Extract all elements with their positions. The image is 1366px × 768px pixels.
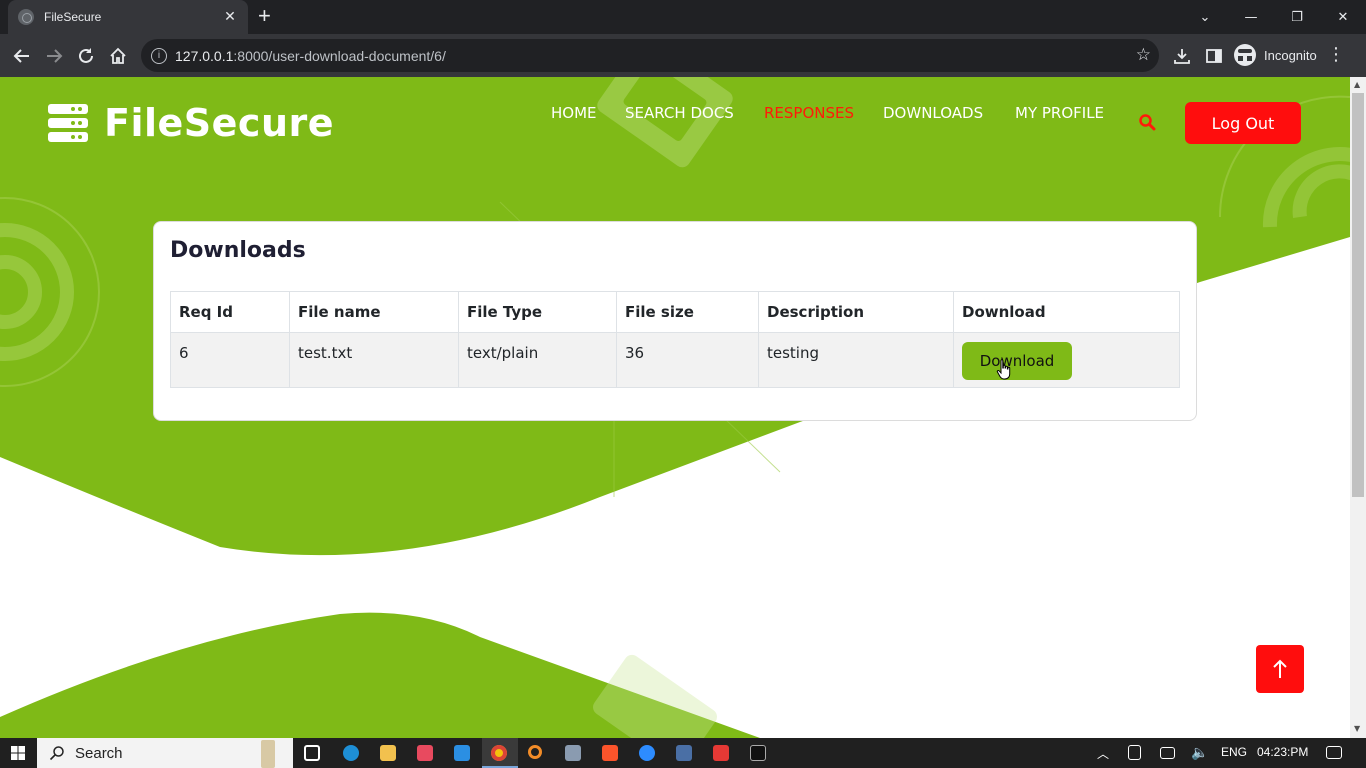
search-icon[interactable] bbox=[1138, 113, 1156, 131]
task-view-icon[interactable] bbox=[304, 745, 320, 761]
column-header-req-id: Req Id bbox=[170, 291, 290, 333]
show-hidden-icons-icon[interactable]: ︿ bbox=[1097, 745, 1109, 762]
bookmark-star-icon[interactable]: ☆ bbox=[1136, 45, 1151, 65]
meet-now-icon[interactable] bbox=[1128, 745, 1141, 760]
scroll-up-arrow-icon[interactable]: ▲ bbox=[1354, 80, 1360, 89]
tab-title: FileSecure bbox=[44, 10, 102, 24]
search-app-icon[interactable] bbox=[528, 745, 542, 759]
site-logo[interactable]: FileSecure bbox=[48, 101, 334, 145]
column-header-file-type: File Type bbox=[458, 291, 617, 333]
home-button[interactable] bbox=[104, 42, 132, 70]
tab-close-icon[interactable]: ✕ bbox=[222, 9, 238, 25]
remote-desktop-icon[interactable] bbox=[676, 745, 692, 761]
server-icon bbox=[48, 104, 88, 142]
incognito-label: Incognito bbox=[1264, 47, 1317, 63]
brave-icon[interactable] bbox=[602, 745, 618, 761]
arrow-up-icon bbox=[1273, 659, 1287, 678]
restore-button[interactable]: ❐ bbox=[1274, 0, 1320, 34]
edge-icon[interactable] bbox=[343, 745, 359, 761]
zoom-icon[interactable] bbox=[639, 745, 655, 761]
download-icon bbox=[1174, 49, 1190, 64]
taskbar-search-label: Search bbox=[75, 744, 123, 762]
cell-file-size: 36 bbox=[616, 332, 759, 388]
logout-button[interactable]: Log Out bbox=[1185, 102, 1301, 144]
forward-button[interactable] bbox=[40, 42, 68, 70]
close-window-button[interactable]: ✕ bbox=[1320, 0, 1366, 34]
back-button[interactable] bbox=[8, 42, 36, 70]
page-title: Downloads bbox=[170, 238, 306, 263]
reload-icon bbox=[79, 48, 93, 63]
downloads-table: Req Id File name File Type File size Des… bbox=[170, 291, 1180, 388]
taskbar-search-icon bbox=[49, 746, 64, 761]
globe-icon bbox=[18, 9, 34, 25]
downloads-button[interactable] bbox=[1168, 42, 1196, 70]
anydesk-icon[interactable] bbox=[713, 745, 729, 761]
new-tab-button[interactable]: + bbox=[258, 5, 271, 27]
system-clock[interactable]: 04:23:PM bbox=[1257, 745, 1308, 759]
table-header-row: Req Id File name File Type File size Des… bbox=[170, 291, 1180, 333]
side-panel-icon bbox=[1206, 49, 1222, 63]
browser-tab[interactable]: FileSecure ✕ bbox=[8, 0, 248, 34]
scrollbar-thumb[interactable] bbox=[1352, 93, 1364, 497]
back-arrow-icon bbox=[13, 49, 29, 63]
column-header-download: Download bbox=[953, 291, 1180, 333]
minimize-button[interactable]: — bbox=[1228, 0, 1274, 34]
cell-description: testing bbox=[758, 332, 954, 388]
nav-search-docs[interactable]: SEARCH DOCS bbox=[625, 104, 734, 122]
hand-cursor-icon bbox=[996, 359, 1011, 380]
column-header-file-size: File size bbox=[616, 291, 759, 333]
page-scrollbar[interactable]: ▲ ▼ bbox=[1350, 77, 1366, 738]
column-header-description: Description bbox=[758, 291, 954, 333]
taskbar-search-box[interactable]: Search bbox=[37, 738, 293, 768]
cell-req-id: 6 bbox=[170, 332, 290, 388]
cell-file-type: text/plain bbox=[458, 332, 617, 388]
vscode-icon[interactable] bbox=[454, 745, 470, 761]
cell-download: Download bbox=[953, 332, 1180, 388]
browser-tab-strip: FileSecure ✕ + ⌄ — ❐ ✕ bbox=[0, 0, 1366, 34]
language-indicator[interactable]: ENG bbox=[1221, 745, 1247, 759]
incognito-icon bbox=[1234, 44, 1256, 66]
url-host: 127.0.0.1 bbox=[175, 47, 234, 64]
forward-arrow-icon bbox=[47, 49, 63, 63]
network-icon[interactable] bbox=[1160, 747, 1175, 759]
tab-search-icon[interactable]: ⌄ bbox=[1182, 0, 1228, 34]
file-explorer-icon[interactable] bbox=[380, 745, 396, 761]
address-bar[interactable]: i 127.0.0.1:8000/user-download-document/… bbox=[141, 39, 1159, 72]
home-icon bbox=[110, 47, 126, 64]
scroll-to-top-button[interactable] bbox=[1256, 645, 1304, 693]
reload-button[interactable] bbox=[72, 42, 100, 70]
address-url[interactable]: 127.0.0.1:8000/user-download-document/6/ bbox=[175, 48, 446, 64]
site-info-icon[interactable]: i bbox=[151, 47, 167, 64]
column-header-file-name: File name bbox=[289, 291, 459, 333]
incognito-profile[interactable]: Incognito bbox=[1234, 44, 1317, 66]
paint-icon[interactable] bbox=[565, 745, 581, 761]
downloads-card: Downloads Req Id File name File Type Fil… bbox=[153, 221, 1197, 421]
nav-responses[interactable]: RESPONSES bbox=[764, 104, 854, 122]
download-button[interactable]: Download bbox=[962, 342, 1072, 380]
side-panel-button[interactable] bbox=[1200, 42, 1228, 70]
nav-home[interactable]: HOME bbox=[551, 104, 597, 122]
page-viewport: FileSecure HOME SEARCH DOCS RESPONSES DO… bbox=[0, 77, 1350, 738]
windows-start-icon[interactable] bbox=[11, 746, 25, 760]
scroll-down-arrow-icon[interactable]: ▼ bbox=[1354, 724, 1360, 733]
os-taskbar: Search ︿ 🔈 ENG 04:23:PM bbox=[0, 738, 1366, 768]
browser-toolbar: i 127.0.0.1:8000/user-download-document/… bbox=[0, 34, 1366, 77]
terminal-icon[interactable] bbox=[750, 745, 766, 761]
brand-name: FileSecure bbox=[104, 101, 335, 145]
url-path: :8000/user-download-document/6/ bbox=[233, 47, 446, 64]
app-icon-red[interactable] bbox=[417, 745, 433, 761]
volume-icon[interactable]: 🔈 bbox=[1191, 744, 1208, 761]
nav-downloads[interactable]: DOWNLOADS bbox=[883, 104, 983, 122]
nav-my-profile[interactable]: MY PROFILE bbox=[1015, 104, 1104, 122]
notifications-icon[interactable] bbox=[1326, 746, 1342, 759]
chrome-icon[interactable] bbox=[491, 745, 507, 761]
cell-file-name: test.txt bbox=[289, 332, 459, 388]
table-row: 6 test.txt text/plain 36 testing Downloa… bbox=[170, 332, 1180, 388]
search-highlight-image bbox=[261, 740, 275, 768]
browser-menu-icon[interactable]: ⋮ bbox=[1327, 44, 1345, 65]
